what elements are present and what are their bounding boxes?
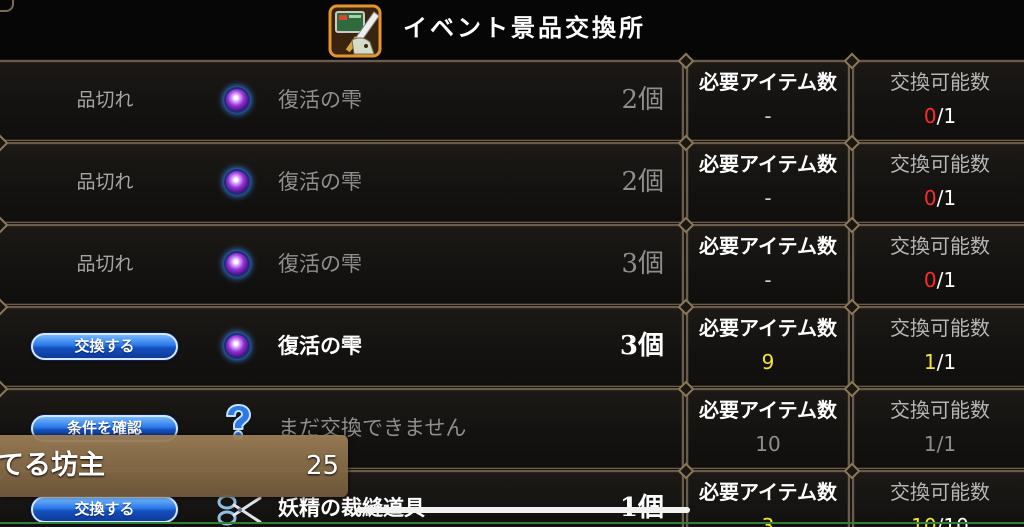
exchangeable-value: 0/1 — [852, 186, 1024, 210]
sold-out-status: 品切れ — [76, 171, 134, 193]
exchangeable-label: 交換可能数 — [890, 480, 990, 504]
sold-out-status: 品切れ — [76, 253, 134, 275]
exchangeable-max: 1 — [943, 104, 957, 128]
exchangeable-value: 0/1 — [852, 268, 1024, 292]
required-items-label: 必要アイテム数 — [699, 316, 837, 340]
exchangeable-current: 0 — [923, 104, 937, 128]
event-exchange-icon — [328, 4, 382, 58]
exchangeable-value: 1/1 — [852, 432, 1024, 456]
required-items-value: - — [764, 186, 772, 210]
exchangeable-label: 交換可能数 — [890, 152, 990, 176]
exchange-button[interactable]: 交換する — [31, 333, 178, 360]
purple-orb-icon — [226, 335, 248, 357]
exchangeable-max: 1 — [943, 186, 957, 210]
exchangeable-label: 交換可能数 — [890, 70, 990, 94]
required-items-label: 必要アイテム数 — [699, 398, 837, 422]
required-items-label: 必要アイテム数 — [699, 152, 837, 176]
frame-ornament — [0, 0, 14, 12]
required-items-value: - — [764, 268, 772, 292]
required-items-value: 10 — [755, 432, 781, 456]
required-items-value: 3 — [761, 514, 775, 527]
header-bar: イベント景品交換所 — [0, 0, 1024, 60]
exchangeable-current: 0 — [923, 268, 937, 292]
item-tooltip: てる坊主 25 — [0, 435, 348, 497]
item-name: 復活の雫 — [278, 88, 362, 112]
exchangeable-label: 交換可能数 — [890, 398, 990, 422]
exchangeable-max: 1 — [943, 432, 957, 456]
item-count: 3個 — [619, 331, 664, 361]
item-count: 3個 — [621, 249, 664, 279]
exchangeable-current: 1 — [923, 350, 937, 374]
purple-orb-icon — [226, 171, 248, 193]
item-name: 復活の雫 — [278, 252, 362, 276]
exchangeable-max: 10 — [943, 514, 969, 527]
required-items-label: 必要アイテム数 — [699, 234, 837, 258]
exchangeable-max: 1 — [943, 350, 957, 374]
item-count: 2個 — [621, 167, 664, 197]
exchange-screen: イベント景品交換所 品切れ 復活の雫 2個 必要アイテム数 - 交換可能数 0/… — [0, 0, 1024, 527]
exchange-button[interactable]: 交換する — [31, 496, 178, 523]
exchangeable-current: 10 — [911, 514, 937, 527]
exchangeable-value: 1/1 — [852, 350, 1024, 374]
exchange-row: 品切れ 復活の雫 2個 必要アイテム数 - 交換可能数 0/1 — [0, 134, 1024, 224]
home-indicator[interactable] — [356, 507, 690, 513]
purple-orb-icon — [226, 89, 248, 111]
exchangeable-value: 10/10 — [852, 514, 1024, 527]
required-items-label: 必要アイテム数 — [699, 70, 837, 94]
item-name: 復活の雫 — [278, 170, 362, 194]
exchangeable-max: 1 — [943, 268, 957, 292]
exchange-row: 品切れ 復活の雫 3個 必要アイテム数 - 交換可能数 0/1 — [0, 216, 1024, 306]
exchangeable-current: 0 — [923, 186, 937, 210]
purple-orb-icon — [226, 253, 248, 275]
required-items-value: - — [764, 104, 772, 128]
exchange-row: 品切れ 復活の雫 2個 必要アイテム数 - 交換可能数 0/1 — [0, 52, 1024, 142]
required-items-value: 9 — [761, 350, 775, 374]
tooltip-item-value: 25 — [306, 451, 340, 481]
exchangeable-label: 交換可能数 — [890, 316, 990, 340]
exchange-row: 交換する 復活の雫 3個 必要アイテム数 9 交換可能数 1/1 — [0, 298, 1024, 388]
required-items-label: 必要アイテム数 — [699, 480, 837, 504]
exchangeable-current: 1 — [923, 432, 937, 456]
bottom-divider — [0, 522, 1024, 524]
exchangeable-label: 交換可能数 — [890, 234, 990, 258]
page-title: イベント景品交換所 — [403, 14, 646, 42]
tooltip-item-name: てる坊主 — [0, 450, 105, 481]
exchangeable-value: 0/1 — [852, 104, 1024, 128]
item-name: 復活の雫 — [278, 334, 362, 358]
sold-out-status: 品切れ — [76, 89, 134, 111]
item-count: 2個 — [621, 85, 664, 115]
